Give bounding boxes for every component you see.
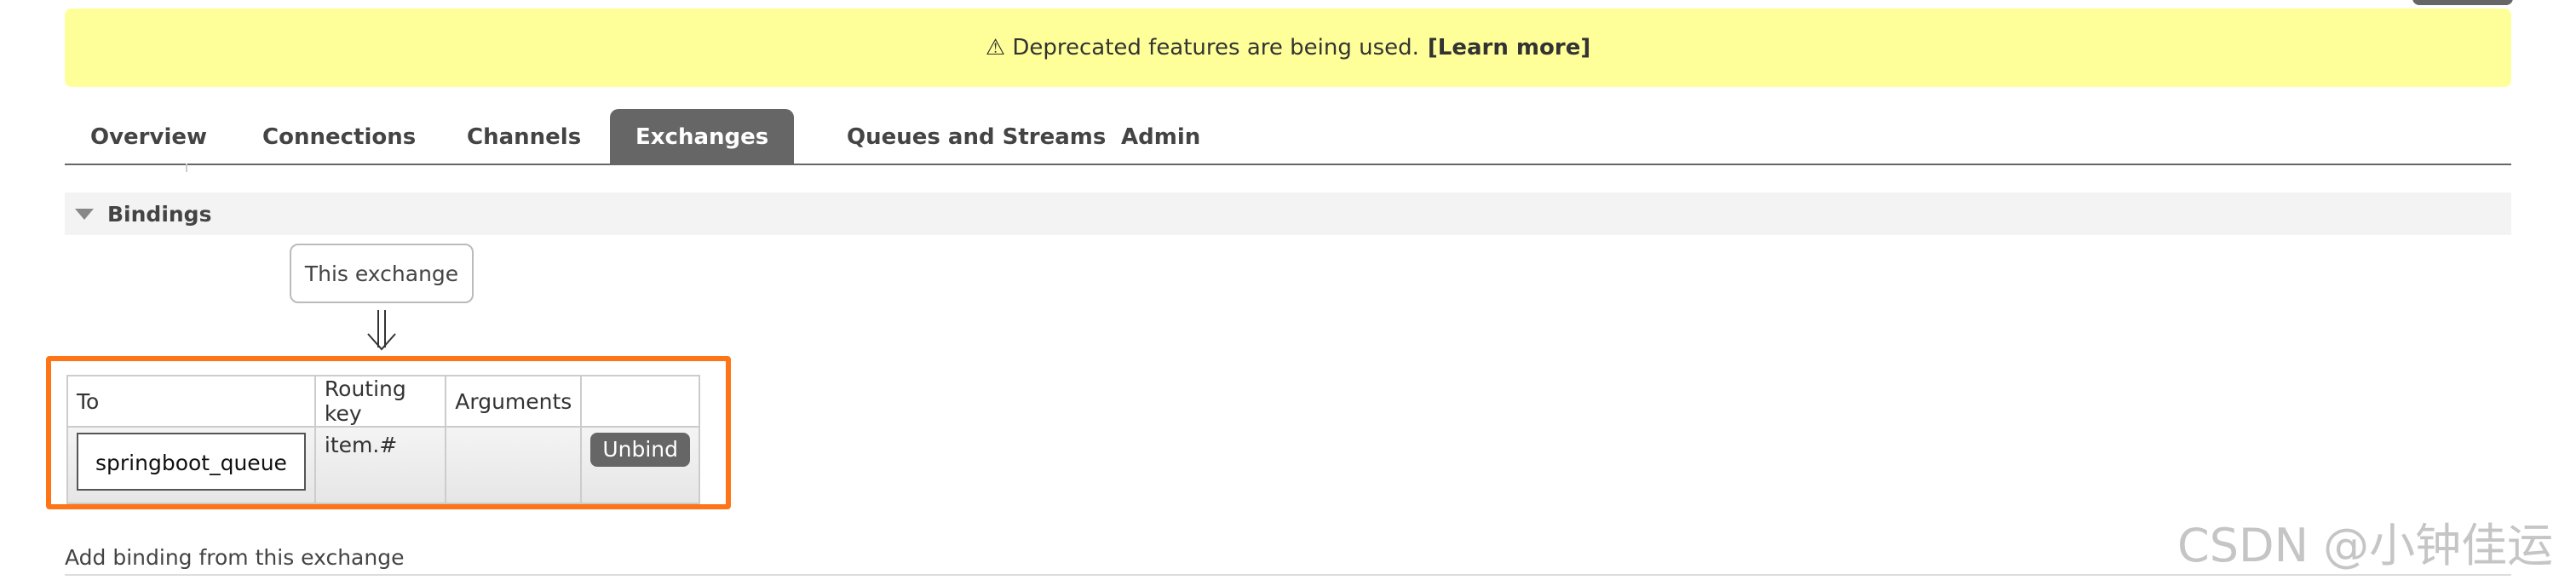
cell-arguments <box>445 426 583 504</box>
nav-divider-tick <box>186 164 187 172</box>
top-right-button[interactable] <box>2412 0 2513 5</box>
unbind-button[interactable]: Unbind <box>590 433 690 467</box>
section-divider <box>65 574 2511 576</box>
column-header-arguments: Arguments <box>445 375 583 428</box>
bindings-section-header[interactable]: Bindings <box>65 192 2511 235</box>
deprecation-banner: ⚠ Deprecated features are being used. [L… <box>65 9 2511 87</box>
main-nav: Overview Connections Channels Exchanges … <box>65 109 2511 165</box>
table-row: springboot_queue item.# Unbind <box>66 426 700 504</box>
watermark: CSDN @小钟佳运 <box>2177 519 2554 572</box>
double-down-arrow-icon <box>367 310 396 351</box>
cell-routing-key: item.# <box>313 426 447 504</box>
add-binding-section-label[interactable]: Add binding from this exchange <box>65 545 404 570</box>
learn-more-link[interactable]: [Learn more] <box>1428 35 1590 60</box>
tab-exchanges[interactable]: Exchanges <box>610 109 795 164</box>
tab-queues-and-streams[interactable]: Queues and Streams <box>821 109 1131 164</box>
banner-text: ⚠ Deprecated features are being used. <box>985 35 1419 60</box>
queue-link[interactable]: springboot_queue <box>77 433 306 491</box>
tab-channels[interactable]: Channels <box>441 109 607 164</box>
this-exchange-label: This exchange <box>304 261 459 286</box>
tab-overview[interactable]: Overview <box>65 109 233 164</box>
cell-actions: Unbind <box>580 426 700 504</box>
column-header-actions <box>580 375 700 428</box>
column-header-routing-key: Routing key <box>313 375 447 428</box>
column-header-to: To <box>66 375 316 428</box>
this-exchange-box: This exchange <box>290 244 474 303</box>
cell-to: springboot_queue <box>66 426 316 504</box>
collapse-triangle-icon <box>75 208 94 220</box>
tab-connections[interactable]: Connections <box>237 109 441 164</box>
bindings-table: To Routing key Arguments springboot_queu… <box>66 375 700 504</box>
routing-key-value: item.# <box>324 433 398 457</box>
section-title: Bindings <box>107 201 212 227</box>
tab-admin[interactable]: Admin <box>1095 109 1226 164</box>
